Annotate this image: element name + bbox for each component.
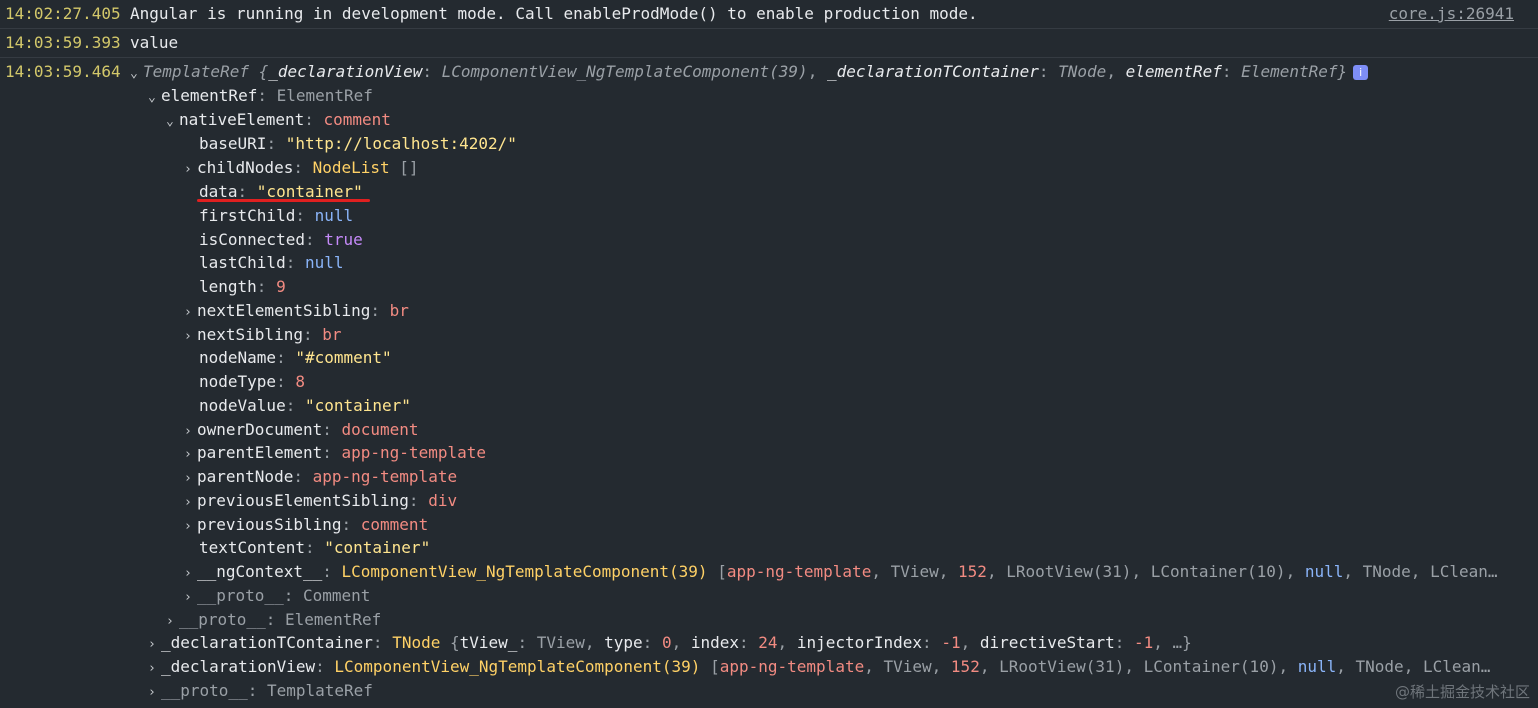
tree-row-baseURI: baseURI: "http://localhost:4202/" <box>199 134 517 153</box>
timestamp: 14:03:59.393 <box>5 33 121 52</box>
chevron-right-icon[interactable]: › <box>184 491 197 513</box>
tree-row-isConnected: isConnected: true <box>199 230 363 249</box>
tree-row-parentElement[interactable]: › parentElement: app-ng-template <box>184 441 1524 465</box>
tree-row-childNodes[interactable]: › childNodes: NodeList [] <box>184 156 1524 180</box>
watermark: @稀土掘金技术社区 <box>1394 683 1530 701</box>
timestamp: 14:02:27.405 <box>5 4 121 23</box>
chevron-down-icon[interactable]: ⌄ <box>148 86 161 108</box>
tree-row-proto-comment[interactable]: › __proto__: Comment <box>184 584 1524 608</box>
source-link[interactable]: core.js:26941 <box>1389 0 1514 28</box>
chevron-right-icon[interactable]: › <box>166 610 179 632</box>
chevron-right-icon[interactable]: › <box>148 681 161 703</box>
message-text: Angular is running in development mode. … <box>130 4 978 23</box>
tree-row-declarationTContainer[interactable]: › _declarationTContainer: TNode {tView_: … <box>148 631 1528 655</box>
chevron-right-icon[interactable]: › <box>184 562 197 584</box>
chevron-right-icon[interactable]: › <box>148 657 161 679</box>
tree-row-firstChild: firstChild: null <box>199 206 354 225</box>
chevron-right-icon[interactable]: › <box>184 467 197 489</box>
chevron-right-icon[interactable]: › <box>184 586 197 608</box>
highlight-underline <box>197 199 370 202</box>
tree-row-nextSibling[interactable]: › nextSibling: br <box>184 323 1524 347</box>
tree-row-parentNode[interactable]: › parentNode: app-ng-template <box>184 465 1524 489</box>
chevron-right-icon[interactable]: › <box>184 420 197 442</box>
chevron-down-icon[interactable]: ⌄ <box>166 110 179 132</box>
timestamp: 14:03:59.464 <box>5 62 121 81</box>
chevron-down-icon[interactable]: ⌄ <box>130 62 143 84</box>
chevron-right-icon[interactable]: › <box>184 325 197 347</box>
tree-row-ngContext[interactable]: › __ngContext__: LComponentView_NgTemplat… <box>184 560 1524 584</box>
tree-row-textContent: textContent: "container" <box>199 538 431 557</box>
chevron-right-icon[interactable]: › <box>184 443 197 465</box>
chevron-right-icon[interactable]: › <box>184 515 197 537</box>
tree-row-data: data: "container" <box>199 182 363 201</box>
tree-row-nativeElement[interactable]: ⌄ nativeElement: comment <box>166 108 1526 132</box>
class-name: TemplateRef <box>143 62 249 81</box>
tree-row-proto-templateref[interactable]: › __proto__: TemplateRef <box>148 679 1348 703</box>
chevron-right-icon[interactable]: › <box>148 633 161 655</box>
tree-row-length: length: 9 <box>199 277 286 296</box>
console-panel: 14:02:27.405 Angular is running in devel… <box>0 0 1538 700</box>
tree-row-ownerDocument[interactable]: › ownerDocument: document <box>184 418 1524 442</box>
tree-row-declarationView[interactable]: › _declarationView: LComponentView_NgTemp… <box>148 655 1528 679</box>
templateref-summary-row[interactable]: 14:03:59.464 ⌄ TemplateRef {_declarationV… <box>0 60 1530 84</box>
tree-row-lastChild: lastChild: null <box>199 253 344 272</box>
tree-row-previousElementSibling[interactable]: › previousElementSibling: div <box>184 489 1524 513</box>
chevron-right-icon[interactable]: › <box>184 301 197 323</box>
tree-row-previousSibling[interactable]: › previousSibling: comment <box>184 513 1524 537</box>
tree-row-nextElementSibling[interactable]: › nextElementSibling: br <box>184 299 1524 323</box>
tree-row-nodeValue: nodeValue: "container" <box>199 396 411 415</box>
tree-row-nodeType: nodeType: 8 <box>199 372 305 391</box>
tree-row-proto-elementref[interactable]: › __proto__: ElementRef <box>166 608 1526 632</box>
console-message: 14:03:59.393 value <box>0 29 1538 58</box>
chevron-right-icon[interactable]: › <box>184 158 197 180</box>
tree-row-nodeName: nodeName: "#comment" <box>199 348 392 367</box>
info-icon[interactable]: i <box>1353 65 1369 80</box>
tree-row-elementRef[interactable]: ⌄ elementRef: ElementRef <box>148 84 1528 108</box>
message-text: value <box>130 33 179 52</box>
console-message: 14:02:27.405 Angular is running in devel… <box>0 0 1538 29</box>
